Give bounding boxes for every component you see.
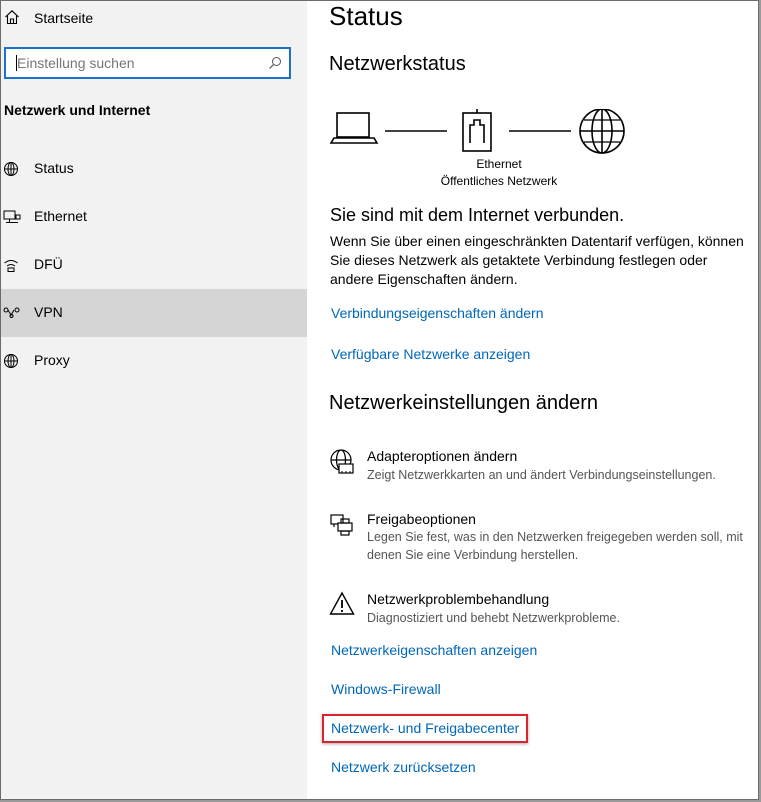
search-box[interactable] [4,47,291,79]
home-icon [5,10,19,25]
sidebar-item-status[interactable]: Status [1,145,307,193]
sidebar-item-dialup[interactable]: DFÜ [1,241,307,289]
sharing-icon [330,514,353,536]
connection-diagram [329,108,625,154]
search-input[interactable] [17,53,257,73]
sidebar-item-vpn[interactable]: VPN [1,289,307,337]
globe-icon [4,354,18,368]
sidebar-item-label: Ethernet [34,208,87,224]
option-description: Legen Sie fest, was in den Netzwerken fr… [367,530,743,562]
vpn-icon [3,307,20,318]
reset-network-link[interactable]: Netzwerk zurücksetzen [331,759,476,775]
ethernet-icon [3,210,21,223]
connection-description: Wenn Sie über einen eingeschränkten Date… [330,233,744,287]
option-title: Adapteroptionen ändern [367,448,518,464]
sidebar-item-label: VPN [34,304,63,320]
globe-icon [4,162,18,176]
option-title: Freigabeoptionen [367,511,476,527]
laptop-icon [329,112,379,144]
network-properties-link[interactable]: Netzwerkeigenschaften anzeigen [331,642,537,658]
option-description: Zeigt Netzwerkkarten an und ändert Verbi… [367,468,716,482]
sidebar-item-label: DFÜ [34,256,63,272]
sidebar-item-proxy[interactable]: Proxy [1,337,307,385]
home-nav-item[interactable]: Startseite [1,1,307,35]
home-label: Startseite [34,10,94,26]
adapter-name: Ethernet [476,157,522,171]
settings-window: Startseite Netzwerk und Internet Status [0,0,759,800]
option-title: Netzwerkproblembehandlung [367,591,550,607]
section-title: Netzwerk und Internet [4,102,151,118]
show-available-networks-link[interactable]: Verfügbare Netzwerke anzeigen [331,346,530,362]
dialup-icon [4,260,18,272]
search-icon[interactable] [268,56,282,70]
network-type: Öffentliches Netzwerk [440,174,558,188]
sharing-center-link[interactable]: Netzwerk- und Freigabecenter [331,720,519,736]
network-diagram: Ethernet Öffentliches Netzwerk [329,108,639,189]
internet-globe-icon [579,108,625,154]
change-settings-heading: Netzwerkeinstellungen ändern [329,392,599,414]
windows-firewall-link[interactable]: Windows-Firewall [331,681,441,697]
sidebar-item-ethernet[interactable]: Ethernet [1,193,307,241]
connection-status-text: Sie sind mit dem Internet verbunden. [330,205,625,225]
sidebar: Startseite Netzwerk und Internet Status [1,1,307,799]
adapter-globe-icon [330,449,354,474]
page-title: Status [329,1,403,31]
sidebar-item-label: Proxy [34,352,70,368]
change-connection-properties-link[interactable]: Verbindungseigenschaften ändern [331,305,544,321]
warning-icon [329,591,355,615]
option-description: Diagnostiziert und behebt Netzwerkproble… [367,611,620,625]
ethernet-port-icon [462,109,492,152]
main-content: Status Netzwerkstatus Ethernet Öffentlic… [307,1,758,799]
network-status-heading: Netzwerkstatus [329,53,466,75]
sidebar-item-label: Status [34,160,74,176]
